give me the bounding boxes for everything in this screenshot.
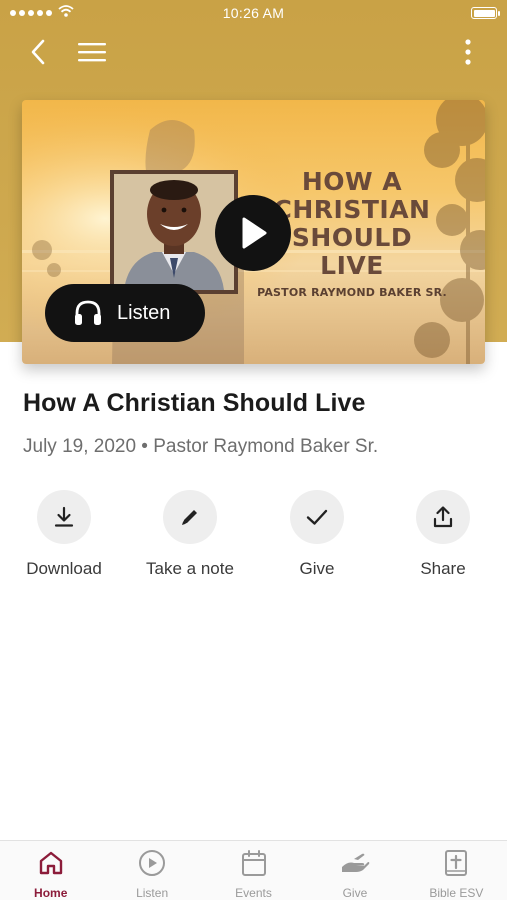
tab-bible-esv-label: Bible ESV <box>429 886 484 900</box>
share-label: Share <box>420 559 466 578</box>
play-icon <box>242 217 267 249</box>
pencil-icon <box>182 510 197 525</box>
chevron-left-icon <box>31 39 45 65</box>
tab-bible-esv[interactable]: Bible ESV <box>406 841 507 900</box>
giving-hand-icon <box>341 853 370 872</box>
download-button[interactable]: Download <box>9 490 119 579</box>
tab-listen-label: Listen <box>136 886 169 900</box>
tab-events-label: Events <box>235 886 272 900</box>
tab-give-label: Give <box>342 886 368 900</box>
status-bar: 10:26 AM <box>0 0 507 28</box>
artwork-title: HOW A CHRISTIAN SHOULD LIVE <box>273 167 431 280</box>
tab-listen[interactable]: Listen <box>101 841 202 900</box>
battery-icon <box>471 7 500 19</box>
give-button[interactable]: Give <box>262 490 372 579</box>
back-button[interactable] <box>18 32 58 72</box>
share-icon <box>433 506 453 528</box>
sermon-detail-screen: 10:26 AM HOW A CHRISTIAN SHOULD LIVE PAS… <box>0 0 507 900</box>
bible-icon <box>445 850 468 876</box>
tab-events[interactable]: Events <box>203 841 304 900</box>
hamburger-menu-icon <box>78 43 106 62</box>
download-icon <box>54 506 74 527</box>
share-button[interactable]: Share <box>388 490 498 579</box>
sermon-meta: July 19, 2020 • Pastor Raymond Baker Sr. <box>23 436 379 457</box>
sermon-title: How A Christian Should Live <box>23 389 366 417</box>
more-options-button[interactable] <box>448 32 488 72</box>
tab-give[interactable]: Give <box>304 841 405 900</box>
download-label: Download <box>26 559 102 578</box>
status-time: 10:26 AM <box>222 5 285 21</box>
give-label: Give <box>299 559 335 578</box>
home-icon <box>39 851 62 875</box>
play-button[interactable] <box>215 195 291 271</box>
tab-home-label: Home <box>34 886 68 900</box>
artwork-subtitle: PASTOR RAYMOND BAKER SR. <box>257 286 447 299</box>
take-a-note-button[interactable]: Take a note <box>135 490 245 579</box>
tab-home[interactable]: Home <box>0 841 101 900</box>
checkmark-icon <box>306 509 328 525</box>
vertical-ellipsis-icon <box>465 39 471 65</box>
take-a-note-label: Take a note <box>146 559 234 578</box>
headphones-icon <box>75 300 101 325</box>
menu-button[interactable] <box>72 32 112 72</box>
calendar-icon <box>241 850 266 876</box>
listen-label: Listen <box>117 301 171 324</box>
bottom-tab-bar: Home Listen Events Give Bible ESV <box>0 840 507 900</box>
listen-button[interactable]: Listen <box>45 284 205 342</box>
play-circle-icon <box>139 850 166 876</box>
